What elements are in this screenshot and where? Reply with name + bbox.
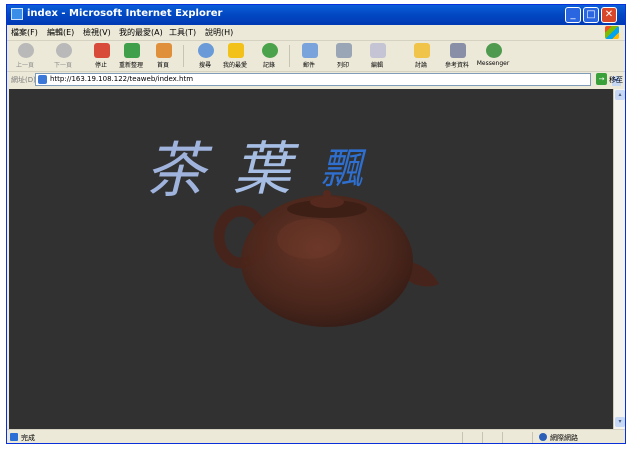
go-arrow-icon[interactable]: →	[596, 73, 607, 85]
forward-icon	[56, 43, 72, 58]
home-button[interactable]: 首頁	[147, 42, 179, 70]
page-icon	[38, 75, 47, 84]
status-text: 完成	[21, 434, 35, 442]
favorites-star-icon	[228, 43, 244, 58]
menu-edit[interactable]: 編輯(E)	[47, 27, 74, 38]
back-icon	[18, 43, 34, 58]
messenger-icon	[486, 43, 502, 58]
page-done-icon	[10, 433, 18, 441]
home-icon	[156, 43, 172, 58]
stop-icon	[94, 43, 110, 58]
research-button[interactable]: 參考資料	[441, 42, 473, 70]
standard-toolbar: 上一頁 下一頁 停止 重新整理 首頁 搜尋 我的最愛 記錄 郵件 列印 編輯 討…	[7, 41, 625, 72]
menu-favorites[interactable]: 我的最愛(A)	[119, 27, 163, 38]
browser-window: index - Microsoft Internet Explorer _ □ …	[6, 4, 626, 444]
discuss-icon	[414, 43, 430, 58]
go-button[interactable]: 移至	[609, 75, 623, 85]
menu-view[interactable]: 檢視(V)	[83, 27, 111, 38]
teapot-image	[213, 190, 439, 327]
history-button[interactable]: 記錄	[253, 42, 285, 70]
menu-bar: 檔案(F) 編輯(E) 檢視(V) 我的最愛(A) 工具(T) 說明(H)	[7, 25, 625, 41]
address-input[interactable]: http://163.19.108.122/teaweb/index.htm ▾	[35, 73, 621, 86]
window-title: index - Microsoft Internet Explorer	[27, 8, 223, 19]
internet-zone-icon	[539, 433, 547, 441]
menu-help[interactable]: 說明(H)	[205, 27, 233, 38]
forward-button[interactable]: 下一頁	[47, 42, 79, 70]
refresh-icon	[124, 43, 140, 58]
maximize-button[interactable]: □	[583, 7, 599, 23]
status-divider	[462, 432, 463, 443]
menu-file[interactable]: 檔案(F)	[11, 27, 38, 38]
zone-text: 網際網路	[550, 434, 578, 442]
messenger-button[interactable]: Messenger	[477, 42, 509, 70]
toolbar-separator	[183, 45, 184, 67]
print-icon	[336, 43, 352, 58]
print-button[interactable]: 列印	[327, 42, 359, 70]
status-divider	[532, 432, 533, 443]
back-button[interactable]: 上一頁	[9, 42, 41, 70]
scroll-down-button[interactable]: ▾	[615, 417, 625, 427]
vertical-scrollbar[interactable]: ▴ ▾	[613, 89, 625, 429]
search-icon	[198, 43, 214, 58]
status-divider	[502, 432, 503, 443]
address-label: 網址(D)	[11, 76, 36, 84]
favorites-button[interactable]: 我的最愛	[219, 42, 251, 70]
menu-tools[interactable]: 工具(T)	[169, 27, 196, 38]
status-bar: 完成 網際網路	[7, 429, 625, 443]
status-divider	[482, 432, 483, 443]
address-bar: 網址(D) http://163.19.108.122/teaweb/index…	[7, 72, 625, 88]
edit-button[interactable]: 編輯	[361, 42, 393, 70]
windows-logo-icon	[605, 26, 619, 39]
page-content: 茶 葉 飄	[9, 89, 613, 429]
edit-icon	[370, 43, 386, 58]
research-icon	[450, 43, 466, 58]
title-bar: index - Microsoft Internet Explorer _ □ …	[7, 5, 625, 25]
close-button[interactable]: ✕	[601, 7, 617, 23]
minimize-button[interactable]: _	[565, 7, 581, 23]
ie-app-icon[interactable]	[11, 8, 23, 20]
history-icon	[262, 43, 278, 58]
mail-icon	[302, 43, 318, 58]
scroll-up-button[interactable]: ▴	[615, 90, 625, 100]
mail-button[interactable]: 郵件	[293, 42, 325, 70]
address-url[interactable]: http://163.19.108.122/teaweb/index.htm	[50, 75, 193, 83]
discuss-button[interactable]: 討論	[405, 42, 437, 70]
